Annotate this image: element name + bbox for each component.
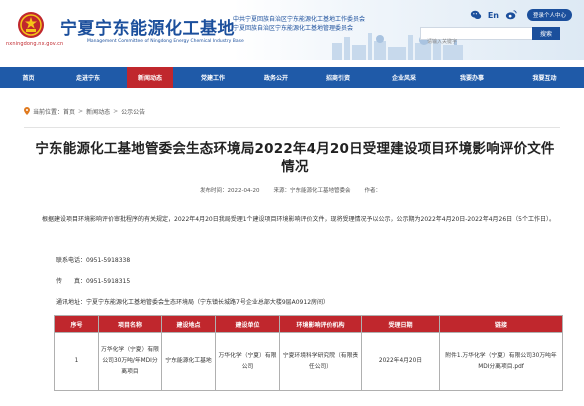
- cell-project: 万华化学（宁夏）有限公司30万吨/年MDI分离项目: [98, 332, 162, 391]
- nav-item-gov-affairs[interactable]: 政务公开: [245, 67, 307, 88]
- nav-item-party[interactable]: 党建工作: [181, 67, 245, 88]
- breadcrumb-separator: >: [113, 107, 119, 115]
- col-header-project: 项目名称: [98, 315, 162, 333]
- cell-agency: 宁夏环境科学研究院（有限责任公司）: [279, 332, 362, 391]
- national-emblem-icon: [18, 12, 44, 38]
- main-nav: 首页 走进宁东 新闻动态 党建工作 政务公开 招商引资 企业风采 我要办事 我要…: [0, 67, 584, 88]
- site-subtitle: Management Committee of Ningdong Energy …: [87, 39, 244, 44]
- cell-date: 2022年4月20日: [361, 332, 440, 391]
- breadcrumb-prefix: 当前位置：: [33, 108, 64, 116]
- contact-phone: 联系电话：0951-5918338: [56, 257, 131, 264]
- search-button[interactable]: 搜索: [532, 27, 560, 40]
- col-header-unit: 建设单位: [215, 315, 280, 333]
- location-pin-icon: [24, 107, 30, 115]
- article-meta: 发布时间：2022-04-20 来源：宁东能源化工基地管委会 作者：: [200, 186, 500, 195]
- language-switch-en[interactable]: En: [488, 11, 499, 20]
- article-paragraph: 根据建设项目环境影响评价审批程序的有关规定，2022年4月20日我局受理1个建设…: [42, 216, 555, 223]
- search-input[interactable]: [421, 36, 550, 48]
- header-toolbar: En 登录个人中心: [469, 8, 572, 22]
- wechat-icon[interactable]: [469, 8, 483, 22]
- contact-address: 通讯地址：宁夏宁东能源化工基地管委会生态环境局（宁东镇长城路7号企业总部大楼9层…: [56, 299, 330, 306]
- contact-fax: 传 真：0951-5918315: [56, 278, 131, 285]
- nav-item-investment[interactable]: 招商引资: [307, 67, 369, 88]
- col-header-agency: 环境影响评价机构: [279, 315, 362, 333]
- publish-time: 发布时间：2022-04-20: [200, 188, 260, 194]
- article-author: 作者：: [364, 188, 381, 194]
- cell-unit: 万华化学（宁夏）有限公司: [215, 332, 280, 391]
- project-table: 序号 项目名称 建设地点 建设单位 环境影响评价机构 受理日期 链接 1 万华化…: [54, 315, 563, 391]
- cell-index: 1: [54, 332, 99, 391]
- breadcrumb: 当前位置： 首页 > 新闻动态 > 公示公告: [24, 106, 145, 116]
- nav-item-interaction[interactable]: 我要互动: [505, 67, 584, 88]
- col-header-location: 建设地点: [161, 315, 216, 333]
- nav-item-services[interactable]: 我要办事: [439, 67, 505, 88]
- login-button[interactable]: 登录个人中心: [526, 9, 572, 21]
- table-header-row: 序号 项目名称 建设地点 建设单位 环境影响评价机构 受理日期 链接: [54, 315, 563, 333]
- nav-item-home[interactable]: 首页: [0, 67, 57, 88]
- col-header-date: 受理日期: [361, 315, 440, 333]
- breadcrumb-separator: >: [78, 107, 84, 115]
- breadcrumb-announcements[interactable]: 公示公告: [121, 107, 145, 116]
- nav-item-about[interactable]: 走进宁东: [57, 67, 119, 88]
- article-source: 来源：宁东能源化工基地管委会: [273, 188, 351, 194]
- table-row: 1 万华化学（宁夏）有限公司30万吨/年MDI分离项目 宁东能源化工基地 万华化…: [54, 332, 563, 391]
- weibo-icon[interactable]: [504, 8, 518, 22]
- attachment-link[interactable]: 附件1.万华化学（宁夏）有限公司30万吨年MDI分离项目.pdf: [439, 332, 563, 391]
- site-header: nxningdong.nx.gov.cn 宁夏宁东能源化工基地 Manageme…: [0, 0, 584, 60]
- col-header-link: 链接: [439, 315, 563, 333]
- site-title[interactable]: 宁夏宁东能源化工基地: [60, 14, 235, 39]
- breadcrumb-news[interactable]: 新闻动态: [86, 107, 110, 116]
- cell-location: 宁东能源化工基地: [161, 332, 216, 391]
- org-name-party: 中共宁夏回族自治区宁东能源化工基地工作委员会: [233, 16, 366, 23]
- breadcrumb-divider: [24, 127, 560, 128]
- nav-item-news[interactable]: 新闻动态: [127, 67, 173, 88]
- col-header-index: 序号: [54, 315, 99, 333]
- breadcrumb-home[interactable]: 首页: [63, 107, 75, 116]
- site-domain: nxningdong.nx.gov.cn: [6, 41, 64, 47]
- nav-item-enterprises[interactable]: 企业风采: [369, 67, 439, 88]
- article-title: 宁东能源化工基地管委会生态环境局2022年4月20日受理建设项目环境影响评价文件…: [35, 141, 555, 175]
